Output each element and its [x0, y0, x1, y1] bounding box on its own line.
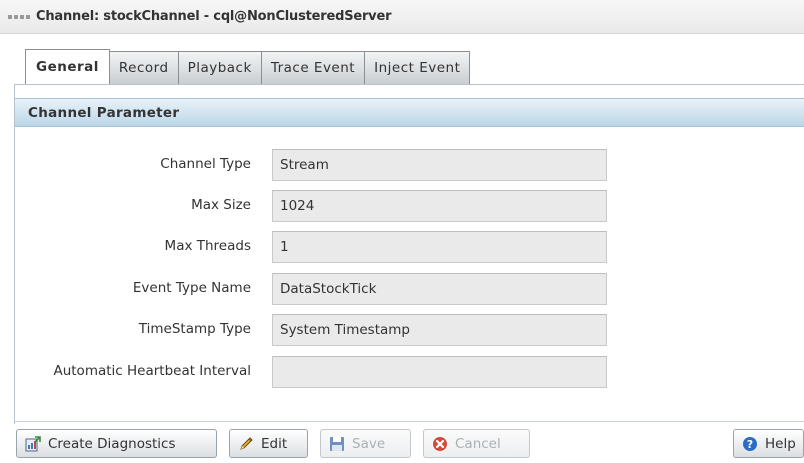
tab-trace-event[interactable]: Trace Event — [261, 51, 366, 84]
create-diagnostics-button[interactable]: Create Diagnostics — [16, 429, 217, 458]
field-label: Max Threads — [164, 238, 251, 254]
cancel-x-icon — [433, 436, 447, 451]
channel-type-field: Stream — [272, 149, 607, 181]
field-row-max-threads: Max Threads 1 — [0, 231, 804, 263]
tab-inject-event[interactable]: Inject Event — [365, 51, 471, 84]
pencil-icon — [240, 436, 253, 450]
field-label: Channel Type — [160, 156, 251, 172]
timestamp-type-field: System Timestamp — [272, 314, 607, 346]
heartbeat-interval-field — [272, 356, 607, 388]
field-label: Max Size — [191, 197, 251, 213]
tab-general[interactable]: General — [25, 49, 110, 84]
field-row-channel-type: Channel Type Stream — [0, 149, 804, 181]
create-diagnostics-label: Create Diagnostics — [48, 435, 176, 452]
cancel-button[interactable]: Cancel — [423, 429, 530, 458]
save-label: Save — [352, 435, 386, 452]
diagnostics-icon — [25, 435, 41, 451]
field-row-event-type-name: Event Type Name DataStockTick — [0, 273, 804, 305]
help-question-icon: ? — [743, 436, 757, 451]
section-header: Channel Parameter — [15, 98, 804, 127]
field-row-timestamp-type: TimeStamp Type System Timestamp — [0, 314, 804, 346]
field-row-max-size: Max Size 1024 — [0, 190, 804, 222]
tab-record[interactable]: Record — [109, 51, 179, 84]
max-threads-field: 1 — [272, 231, 607, 263]
tab-playback[interactable]: Playback — [178, 51, 262, 84]
field-label: Automatic Heartbeat Interval — [53, 363, 251, 379]
max-size-field: 1024 — [272, 190, 607, 222]
edit-button[interactable]: Edit — [229, 429, 308, 458]
edit-label: Edit — [261, 435, 288, 452]
event-type-name-field: DataStockTick — [272, 273, 607, 305]
section-title: Channel Parameter — [28, 105, 180, 121]
field-label: Event Type Name — [132, 280, 251, 296]
cancel-label: Cancel — [455, 435, 501, 452]
help-button[interactable]: ? Help — [733, 429, 804, 458]
divider — [15, 421, 804, 422]
grip-icon — [8, 15, 30, 20]
title-bar: Channel: stockChannel - cql@NonClustered… — [0, 0, 804, 34]
help-label: Help — [765, 435, 796, 452]
svg-text:?: ? — [747, 438, 753, 451]
window-title: Channel: stockChannel - cql@NonClustered… — [36, 9, 392, 24]
tab-bar: General Record Playback Trace Event Inje… — [25, 49, 471, 84]
field-label: TimeStamp Type — [138, 321, 251, 337]
field-row-heartbeat-interval: Automatic Heartbeat Interval — [0, 356, 804, 388]
floppy-disk-icon — [330, 436, 344, 451]
save-button[interactable]: Save — [320, 429, 411, 458]
